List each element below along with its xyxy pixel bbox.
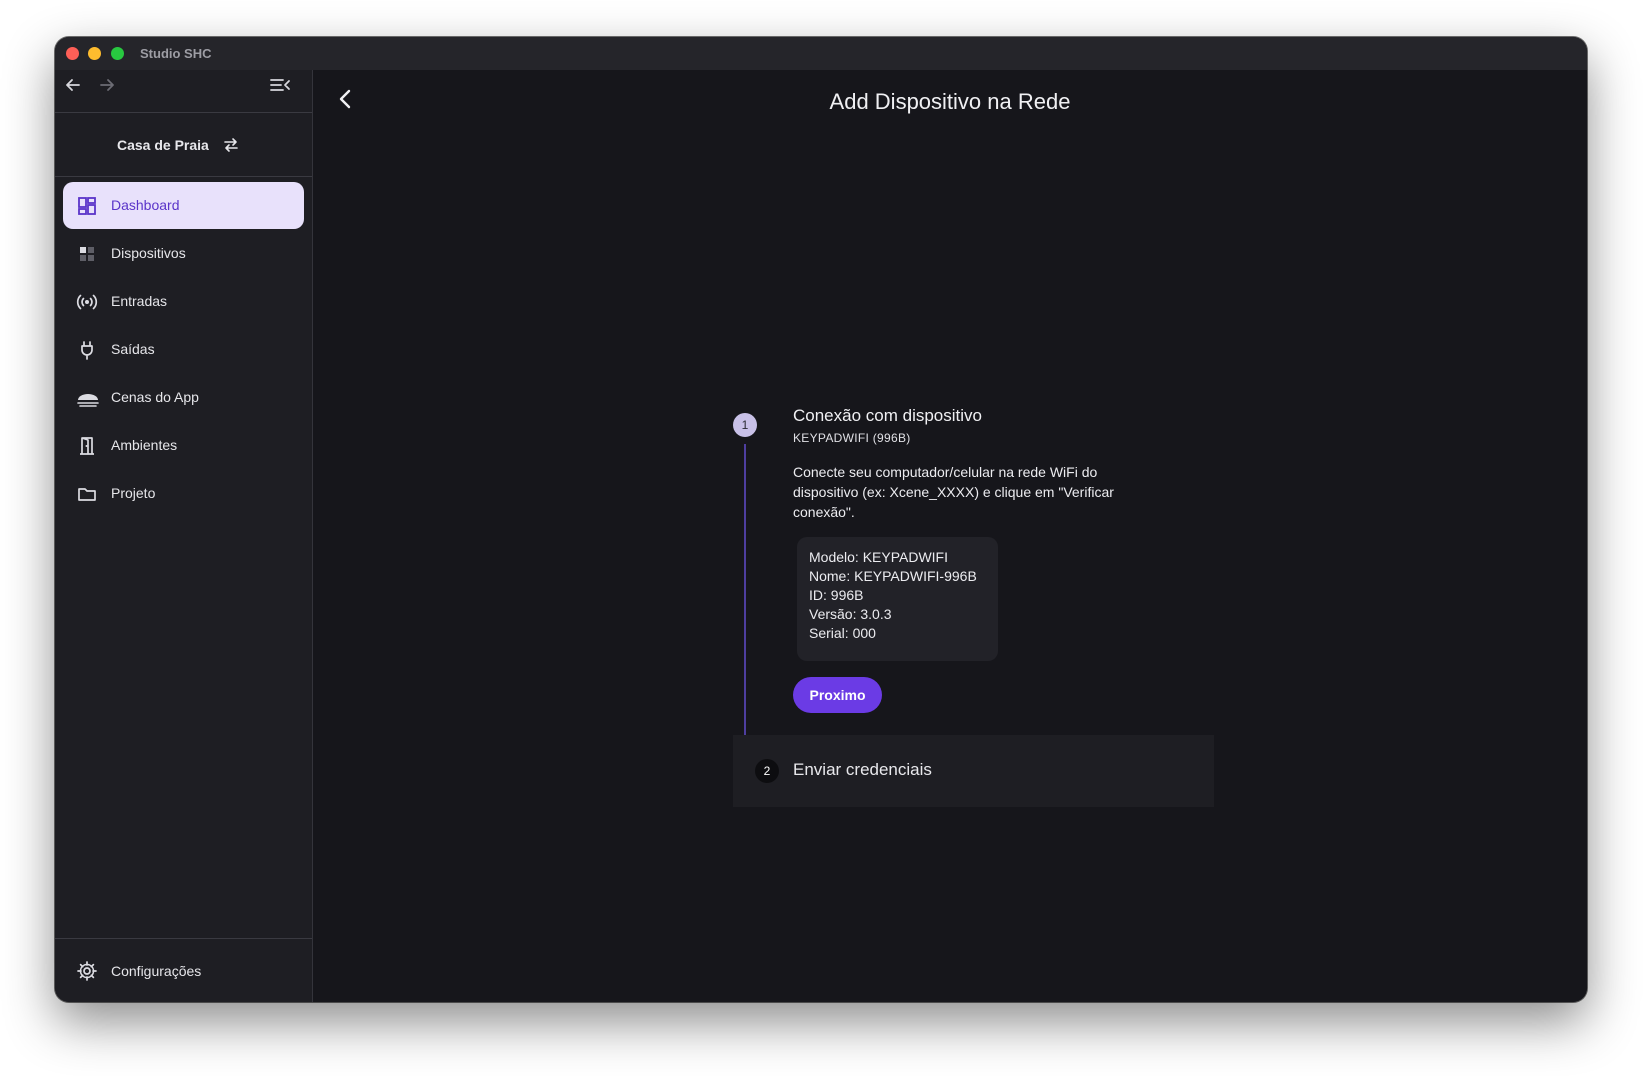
collapse-sidebar-icon[interactable] — [269, 75, 291, 95]
device-name: Nome: KEYPADWIFI-996B — [809, 568, 977, 584]
close-window-button[interactable] — [66, 47, 79, 60]
sidebar-item-projeto[interactable]: Projeto — [63, 470, 304, 517]
sidebar: Casa de Praia Dashboard Dispositivos Ent… — [55, 70, 313, 1002]
project-switcher[interactable]: Casa de Praia — [55, 113, 312, 177]
stepper-connector — [744, 444, 746, 750]
sidebar-item-dispositivos[interactable]: Dispositivos — [63, 230, 304, 277]
step-1-indicator: 1 — [733, 413, 757, 437]
devices-icon — [80, 247, 94, 261]
sidebar-item-label: Cenas do App — [111, 389, 199, 405]
device-serial: Serial: 000 — [809, 625, 876, 641]
nav-bar — [55, 70, 312, 113]
step-2-title: Enviar credenciais — [793, 760, 932, 779]
sidebar-item-dashboard[interactable]: Dashboard — [63, 182, 304, 229]
broadcast-icon — [76, 294, 98, 310]
dashboard-icon — [78, 197, 96, 215]
main-content: Add Dispositivo na Rede 1 Conexão com di… — [313, 70, 1587, 1002]
step-2-indicator: 2 — [755, 759, 779, 783]
page-title: Add Dispositivo na Rede — [829, 89, 1071, 114]
sidebar-item-label: Entradas — [111, 293, 168, 309]
sidebar-item-label: Saídas — [111, 341, 155, 357]
step-1-description: Conecte seu computador/celular na rede W… — [793, 464, 1114, 520]
sidebar-item-cenas[interactable]: Cenas do App — [63, 374, 304, 421]
scene-icon — [77, 394, 99, 407]
sidebar-menu: Dashboard Dispositivos Entradas Saídas C… — [63, 182, 304, 518]
plug-icon — [81, 341, 93, 360]
sidebar-item-configuracoes[interactable]: Configurações — [55, 938, 312, 1002]
device-id: ID: 996B — [809, 587, 864, 603]
zoom-window-button[interactable] — [111, 47, 124, 60]
sidebar-item-label: Dashboard — [111, 197, 180, 213]
sidebar-item-saidas[interactable]: Saídas — [63, 326, 304, 373]
next-button[interactable]: Proximo — [793, 677, 882, 713]
minimize-window-button[interactable] — [88, 47, 101, 60]
title-bar: Studio SHC — [55, 37, 1587, 70]
folder-icon — [78, 488, 96, 501]
swap-icon — [224, 138, 238, 152]
step-1-subtitle: KEYPADWIFI (996B) — [793, 431, 911, 445]
sidebar-item-label: Projeto — [111, 485, 156, 501]
sidebar-item-ambientes[interactable]: Ambientes — [63, 422, 304, 469]
app-window: Studio SHC Casa de Praia Dashboard Dispo… — [55, 37, 1587, 1002]
device-info-box: Modelo: KEYPADWIFI Nome: KEYPADWIFI-996B… — [797, 537, 998, 661]
sidebar-item-entradas[interactable]: Entradas — [63, 278, 304, 325]
project-name: Casa de Praia — [117, 137, 209, 153]
window-title: Studio SHC — [140, 46, 212, 61]
forward-arrow-icon[interactable] — [97, 75, 117, 95]
sidebar-item-label: Dispositivos — [111, 245, 186, 261]
back-arrow-icon[interactable] — [63, 75, 83, 95]
device-version: Versão: 3.0.3 — [809, 606, 892, 622]
gear-icon — [77, 961, 97, 981]
settings-label: Configurações — [111, 963, 202, 979]
step-1-title: Conexão com dispositivo — [793, 406, 982, 425]
door-icon — [80, 437, 94, 455]
sidebar-item-label: Ambientes — [111, 437, 178, 453]
device-model: Modelo: KEYPADWIFI — [809, 549, 949, 565]
step-2-header[interactable]: 2 Enviar credenciais — [733, 735, 1214, 807]
